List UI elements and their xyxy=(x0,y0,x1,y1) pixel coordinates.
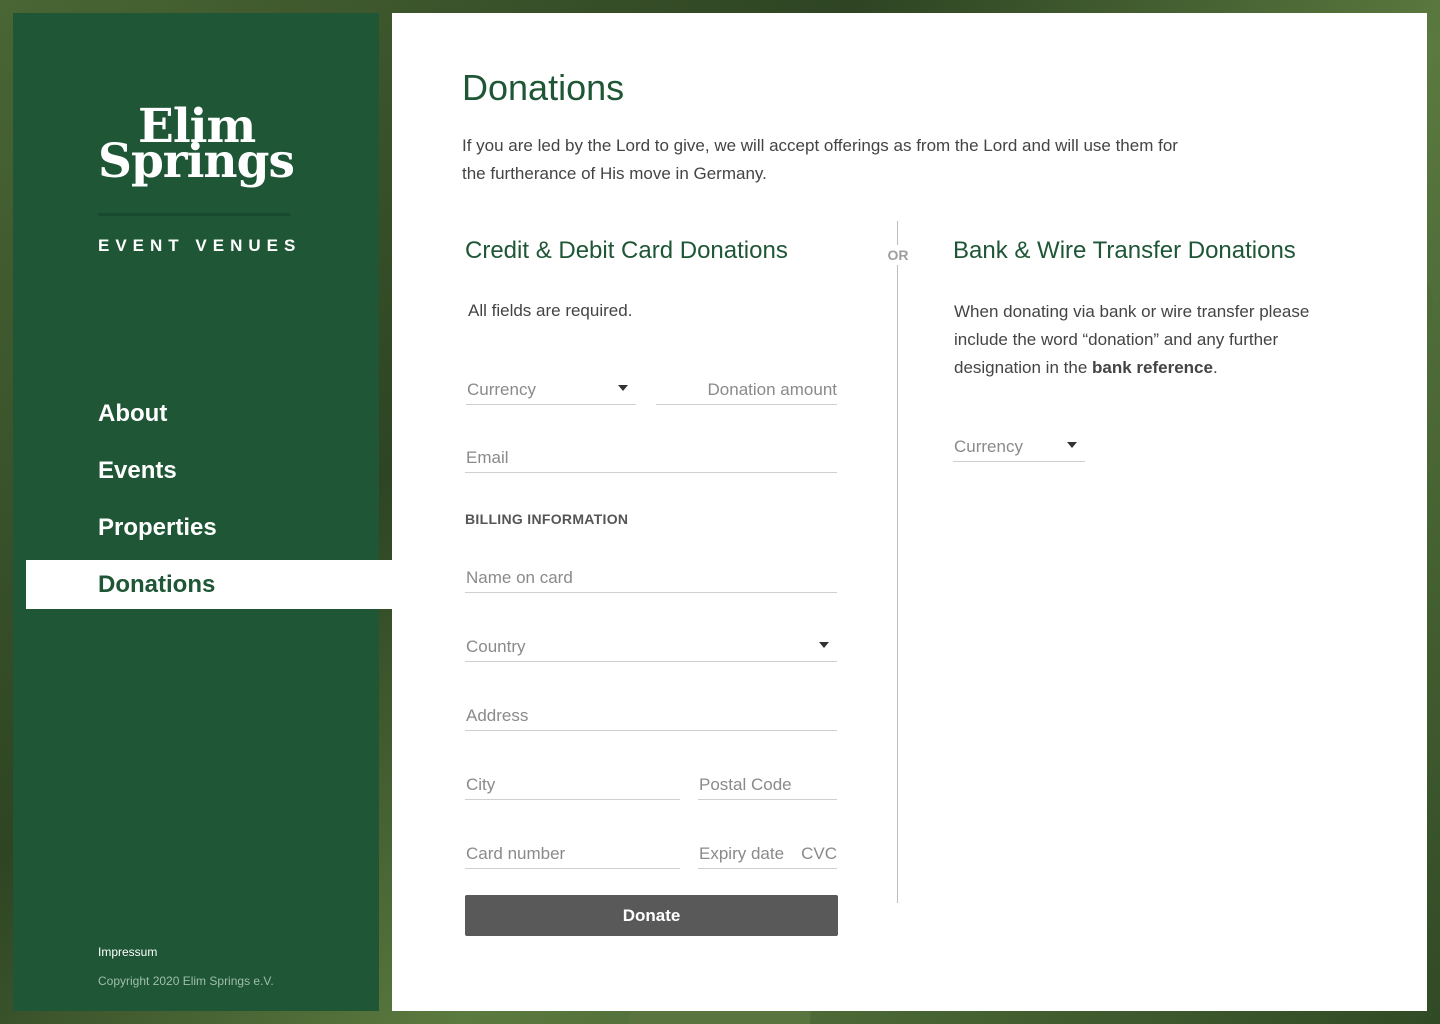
chevron-down-icon xyxy=(618,385,628,391)
nav-item-events[interactable]: Events xyxy=(13,442,392,499)
logo-subtitle: EVENT VENUES xyxy=(98,236,302,255)
bank-instructions: When donating via bank or wire transfer … xyxy=(954,298,1334,382)
name-on-card-input[interactable]: Name on card xyxy=(465,562,837,593)
nav-item-about[interactable]: About xyxy=(13,385,392,442)
address-input[interactable]: Address xyxy=(465,700,837,731)
main-nav: About Events Properties Donations xyxy=(13,385,392,609)
billing-information-label: BILLING INFORMATION xyxy=(465,511,629,527)
logo-divider xyxy=(98,213,290,216)
city-placeholder: City xyxy=(466,775,496,794)
cvc-input[interactable]: CVC xyxy=(795,838,837,869)
main-content: Donations If you are led by the Lord to … xyxy=(392,13,1427,1011)
bank-currency-select[interactable]: Currency xyxy=(953,431,1085,462)
donate-button[interactable]: Donate xyxy=(465,895,838,936)
bank-currency-placeholder: Currency xyxy=(954,437,1023,456)
or-label: OR xyxy=(879,245,917,265)
nav-item-donations[interactable]: Donations xyxy=(26,560,392,609)
expiry-date-input[interactable]: Expiry date xyxy=(698,838,795,869)
cvc-placeholder: CVC xyxy=(801,844,837,863)
chevron-down-icon xyxy=(1067,442,1077,448)
card-number-input[interactable]: Card number xyxy=(465,838,680,869)
chevron-down-icon xyxy=(819,642,829,648)
nav-item-properties[interactable]: Properties xyxy=(13,499,392,556)
page-title: Donations xyxy=(462,67,625,108)
donation-amount-placeholder: Donation amount xyxy=(707,380,837,399)
currency-select[interactable]: Currency xyxy=(466,374,636,405)
currency-placeholder: Currency xyxy=(467,380,536,399)
required-note: All fields are required. xyxy=(468,301,633,320)
postal-code-placeholder: Postal Code xyxy=(699,775,792,794)
expiry-date-placeholder: Expiry date xyxy=(699,844,785,863)
section-divider xyxy=(897,221,898,903)
card-section-title: Credit & Debit Card Donations xyxy=(465,237,788,264)
postal-code-input[interactable]: Postal Code xyxy=(698,769,837,800)
sidebar: Elim Springs EVENT VENUES About Events P… xyxy=(13,13,392,1011)
impressum-link[interactable]: Impressum xyxy=(98,945,157,959)
bank-reference-emphasis: bank reference xyxy=(1092,358,1213,377)
email-input[interactable]: Email xyxy=(465,442,837,473)
address-placeholder: Address xyxy=(466,706,529,725)
donation-amount-input[interactable]: Donation amount xyxy=(656,374,837,405)
country-select[interactable]: Country xyxy=(465,631,837,662)
intro-text: If you are led by the Lord to give, we w… xyxy=(462,136,1178,183)
logo-line-2: Springs xyxy=(98,134,295,189)
logo[interactable]: Elim Springs xyxy=(98,103,298,189)
country-placeholder: Country xyxy=(466,637,526,656)
copyright-text: Copyright 2020 Elim Springs e.V. xyxy=(98,974,274,988)
email-placeholder: Email xyxy=(466,448,509,467)
name-on-card-placeholder: Name on card xyxy=(466,568,573,587)
bank-section-title: Bank & Wire Transfer Donations xyxy=(953,237,1296,264)
card-number-placeholder: Card number xyxy=(466,844,566,863)
bank-instructions-end: . xyxy=(1212,358,1218,377)
city-input[interactable]: City xyxy=(465,769,680,800)
